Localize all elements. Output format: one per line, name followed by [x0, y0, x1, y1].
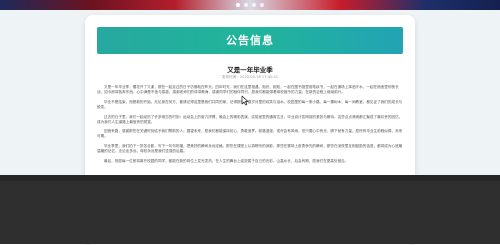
footer: [0, 175, 500, 244]
mouse-cursor-icon: [241, 95, 249, 106]
article-body: 又是一年毕业季，樱花开了又谢，那些一起走过的日子仿佛就在昨天。四年时光，我们在这…: [97, 85, 403, 169]
carousel-dot[interactable]: [260, 3, 264, 7]
article-paragraph: 最后，祝愿每一位即将离开校园的同学，都能在新的岗位上发光发热，在人生的舞台上绽放…: [104, 158, 349, 163]
article-title: 又是一年毕业季: [227, 66, 273, 74]
article-paragraph: 过去的日子里，我们一起经历了许多难忘的时刻：运动会上的奋力拼搏，晚会上的精彩表演…: [97, 114, 403, 124]
carousel-dot[interactable]: [252, 3, 256, 7]
notice-header-title: 公告信息: [226, 34, 274, 47]
carousel-dots: [0, 3, 500, 7]
article-paragraph: 毕业季里，我们拍下一张张合影，写下一句句祝福，把美好的瞬间永远定格。那些在课堂上…: [97, 144, 403, 154]
carousel-dot[interactable]: [236, 3, 240, 7]
footer-divider: [0, 175, 500, 181]
article-paragraph: 毕业不是结束，而是新的开始。无论身在何方，都请记得这里是我们共同的家，记得那些青…: [97, 99, 403, 109]
article-publish-time: 发布时间：2022-03-16 17:40:41: [221, 75, 279, 79]
article-paragraph: 又是一年毕业季，樱花开了又谢，那些一起走过的日子仿佛就在昨天。四年时光，我们在这…: [97, 85, 399, 94]
carousel-dot[interactable]: [244, 3, 248, 7]
notice-header: 公告信息: [97, 27, 403, 54]
article-paragraph: 回首来路，感谢那些在关键时刻给予我们帮助的人；展望未来，愿我们都能保持初心，勇敢…: [97, 129, 403, 139]
